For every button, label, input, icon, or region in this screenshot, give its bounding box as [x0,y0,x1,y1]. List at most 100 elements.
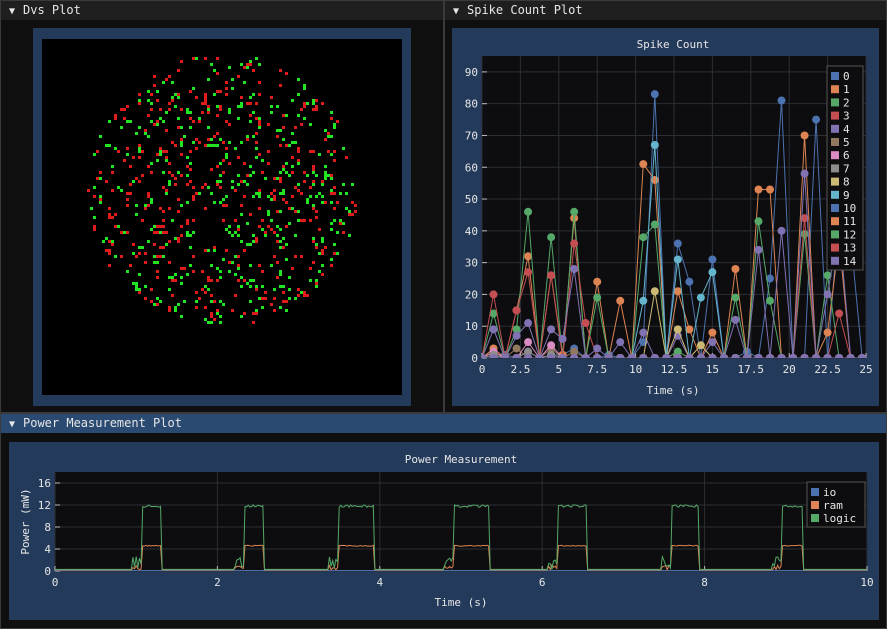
dvs-event-pixel [150,120,153,123]
dvs-event-pixel [192,255,195,258]
dvs-event-pixel [162,225,165,228]
power-legend-label-logic: logic [823,512,856,525]
dvs-event-pixel [246,282,249,285]
dvs-event-pixel [279,285,282,288]
dvs-event-pixel [297,219,300,222]
dvs-event-pixel [321,183,324,186]
spike-series-3-point [835,309,844,318]
dvs-event-canvas[interactable] [42,39,402,395]
dvs-event-pixel [318,270,321,273]
dvs-event-pixel [147,195,150,198]
dvs-event-pixel [237,234,240,237]
dvs-event-pixel [111,240,114,243]
dvs-event-pixel [204,285,207,288]
collapse-triangle-icon[interactable]: ▼ [1,2,23,20]
dvs-event-pixel [351,201,354,204]
power-legend[interactable]: ioramlogic [806,481,866,528]
spike-legend-label-6: 6 [843,149,850,162]
spike-count-window: ▼ Spike Count Plot Spike Count 0 2.5 5 7.5 10 1… [444,0,887,413]
dvs-event-pixel [312,240,315,243]
dvs-event-pixel [132,282,135,285]
dvs-event-pixel [231,180,234,183]
dvs-event-pixel [297,114,300,117]
dvs-event-pixel [270,303,273,306]
spike-series-14-point [558,354,567,358]
dvs-event-pixel [270,228,273,231]
dvs-event-pixel [135,132,138,135]
dvs-event-pixel [297,210,300,213]
dvs-event-pixel [279,192,282,195]
dvs-event-pixel [276,210,279,213]
dvs-event-pixel [222,159,225,162]
dvs-event-pixel [222,219,225,222]
dvs-event-pixel [228,261,231,264]
dvs-event-pixel [144,297,147,300]
dvs-event-pixel [231,87,234,90]
dvs-event-pixel [195,96,198,99]
dvs-event-pixel [354,210,357,213]
dvs-event-pixel [165,111,168,114]
spike-series-14-point [593,354,602,358]
dvs-event-pixel [138,180,141,183]
dvs-event-pixel [168,183,171,186]
dvs-event-pixel [300,108,303,111]
dvs-event-pixel [177,237,180,240]
dvs-event-pixel [177,240,180,243]
dvs-window-titlebar[interactable]: ▼ Dvs Plot [1,1,443,20]
dvs-event-pixel [333,186,336,189]
dvs-event-pixel [255,102,258,105]
dvs-event-pixel [336,231,339,234]
collapse-triangle-icon[interactable]: ▼ [445,2,467,20]
spike-legend[interactable]: 01234567891011121314 [826,65,864,271]
dvs-event-pixel [351,183,354,186]
dvs-event-pixel [321,180,324,183]
dvs-event-pixel [177,96,180,99]
dvs-event-pixel [288,144,291,147]
dvs-event-pixel [303,171,306,174]
spike-series-1-point [800,131,809,140]
dvs-event-pixel [267,210,270,213]
dvs-event-pixel [354,204,357,207]
dvs-event-pixel [120,231,123,234]
dvs-event-pixel [261,306,264,309]
dvs-event-pixel [312,171,315,174]
dvs-event-pixel [213,249,216,252]
dvs-event-pixel [156,297,159,300]
dvs-event-pixel [177,117,180,120]
dvs-event-pixel [204,144,207,147]
spike-count-chart[interactable]: Spike Count0 2.5 5 7.5 10 12.5 15 17.5 20 22.5 250… [452,28,879,406]
dvs-event-pixel [279,240,282,243]
spike-series-14-point [731,354,740,358]
dvs-event-pixel [207,111,210,114]
spike-x-tick-label: 17.5 [738,363,765,376]
dvs-event-pixel [303,102,306,105]
power-window-titlebar[interactable]: ▼ Power Measurement Plot [1,414,886,433]
spike-legend-label-9: 9 [843,189,850,202]
dvs-event-pixel [114,114,117,117]
dvs-event-pixel [282,126,285,129]
dvs-event-pixel [234,219,237,222]
dvs-event-pixel [318,252,321,255]
dvs-plot-frame [33,28,411,406]
dvs-event-pixel [213,69,216,72]
collapse-triangle-icon[interactable]: ▼ [1,415,23,433]
power-measurement-chart[interactable]: Power Measurement 0 2 4 6 8 10 0 4 8 12 16 Time (s) P… [9,442,879,620]
dvs-event-pixel [225,195,228,198]
dvs-event-pixel [213,318,216,321]
spike-legend-swatch-4 [831,124,839,133]
dvs-event-pixel [114,117,117,120]
dvs-event-pixel [213,246,216,249]
dvs-event-pixel [144,252,147,255]
dvs-event-pixel [282,285,285,288]
dvs-event-pixel [324,177,327,180]
dvs-event-pixel [210,144,213,147]
dvs-event-pixel [324,246,327,249]
dvs-event-pixel [123,108,126,111]
dvs-event-pixel [204,207,207,210]
dvs-event-pixel [279,210,282,213]
spike-count-window-titlebar[interactable]: ▼ Spike Count Plot [445,1,886,20]
spike-series-4-point [547,325,556,334]
dvs-event-pixel [267,213,270,216]
dvs-event-pixel [138,144,141,147]
dvs-event-pixel [159,255,162,258]
